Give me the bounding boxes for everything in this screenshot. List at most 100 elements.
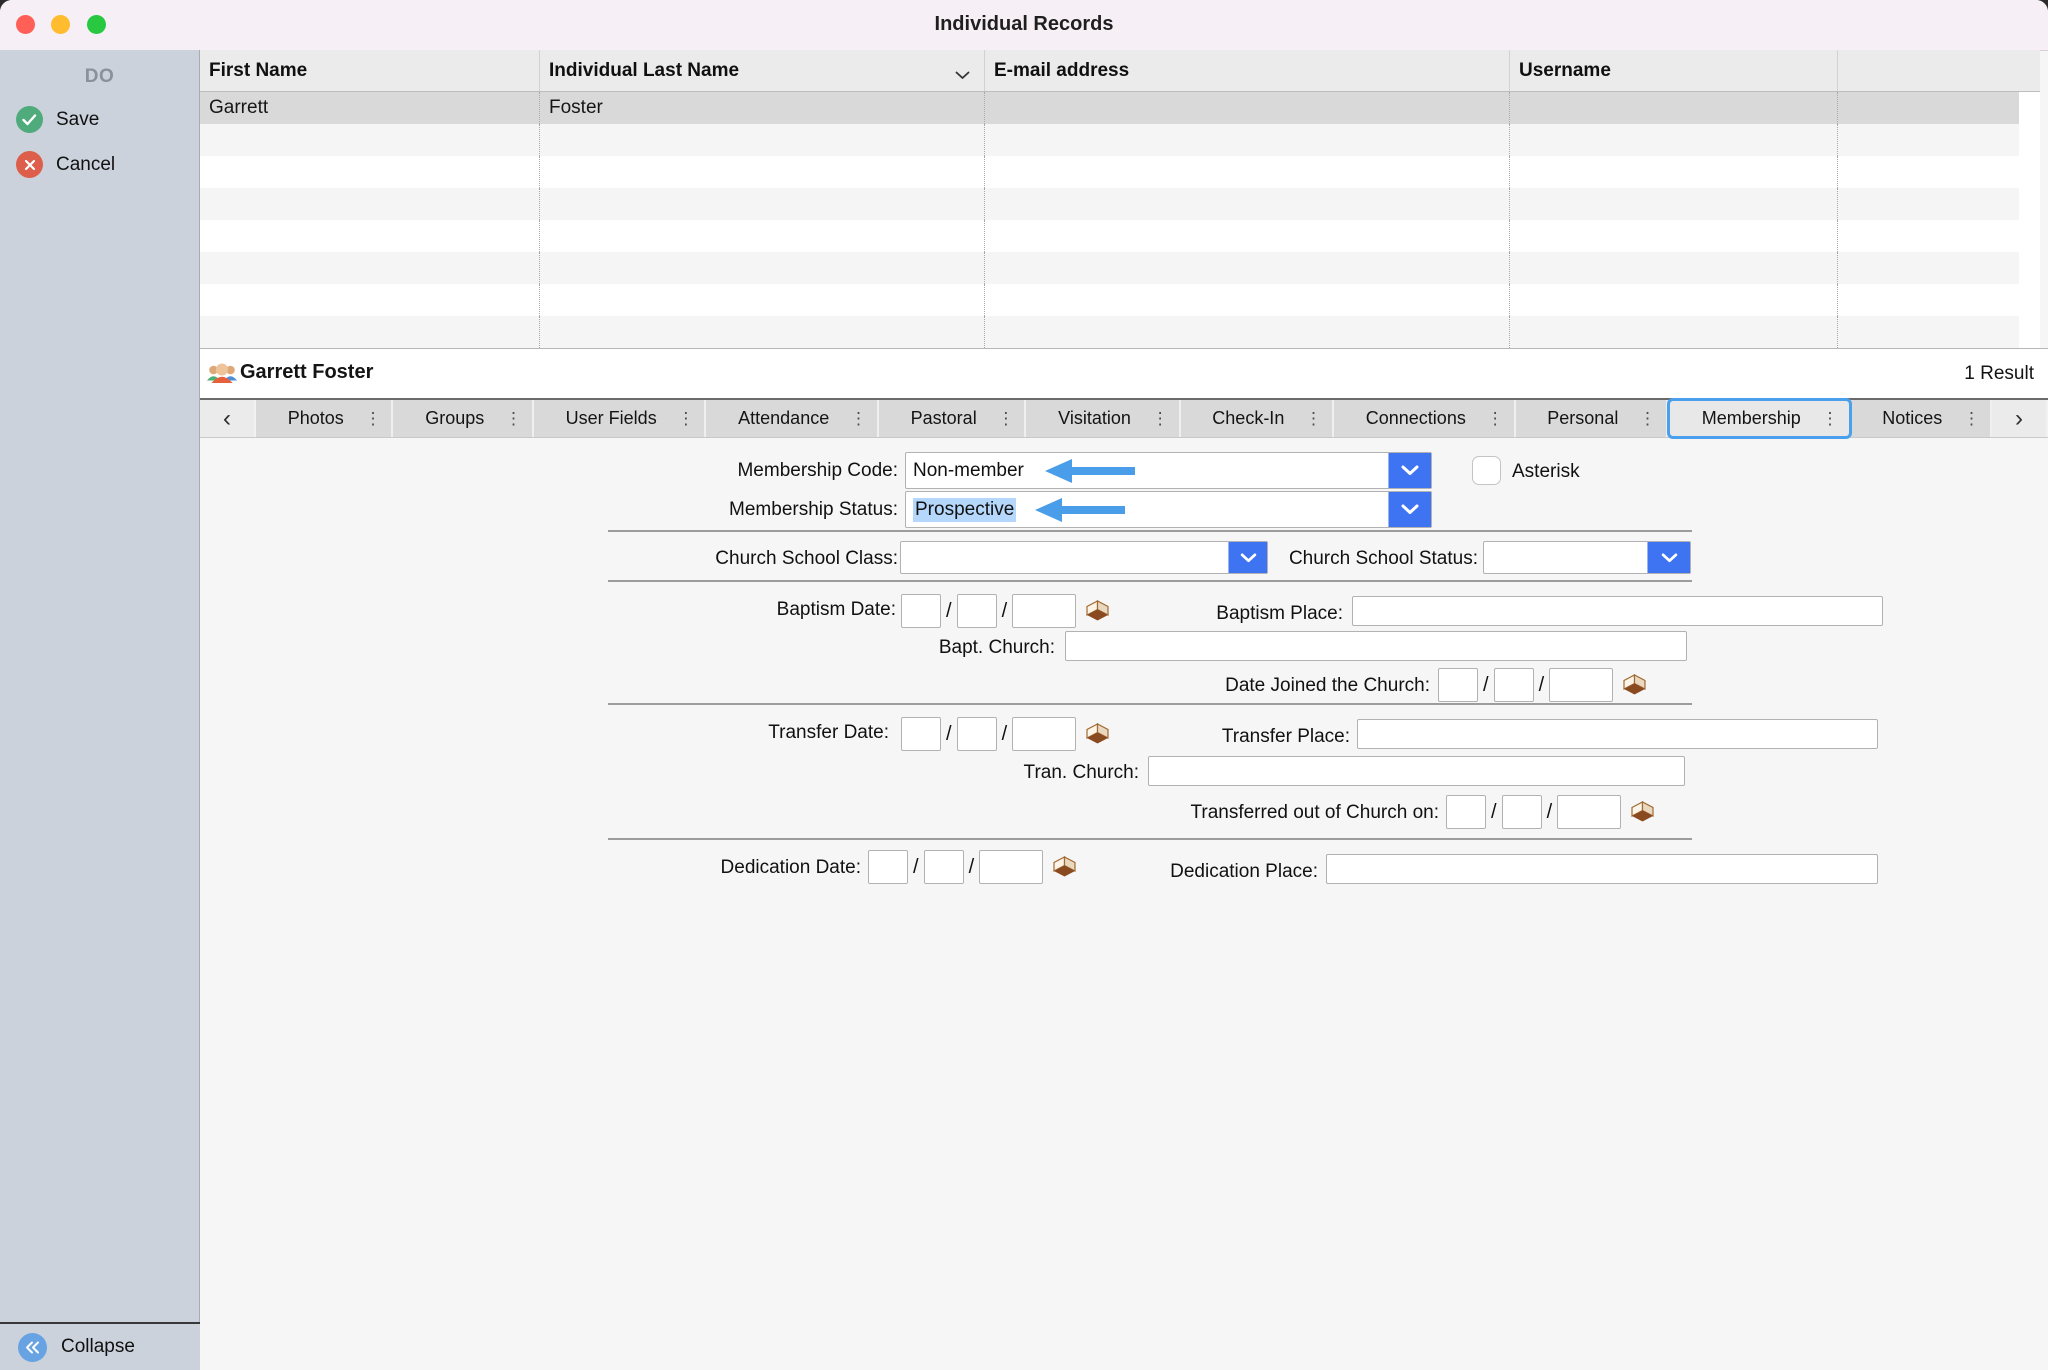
- date-lookup-book-icon[interactable]: [1084, 599, 1112, 623]
- bapt-church-input[interactable]: [1065, 631, 1687, 661]
- table-cell: [1510, 284, 1838, 316]
- table-row[interactable]: [200, 220, 2019, 252]
- tab-personal[interactable]: Personal⋮: [1516, 400, 1668, 437]
- tab-menu-icon[interactable]: ⋮: [1487, 409, 1504, 429]
- transferred-out-date-day-input[interactable]: [1502, 795, 1542, 829]
- date-lookup-book-icon[interactable]: [1051, 855, 1079, 879]
- tab-attendance[interactable]: Attendance⋮: [706, 400, 879, 437]
- date-joined-year-input[interactable]: [1549, 668, 1613, 702]
- column-header-blank[interactable]: [1838, 50, 2040, 91]
- tab-check-in[interactable]: Check-In⋮: [1181, 400, 1334, 437]
- church-school-class-field[interactable]: [900, 541, 1268, 574]
- table-cell: [985, 124, 1510, 156]
- baptism-place-input[interactable]: [1352, 596, 1883, 626]
- date-joined-day-input[interactable]: [1494, 668, 1534, 702]
- tab-photos[interactable]: Photos⋮: [256, 400, 393, 437]
- cancel-button[interactable]: Cancel: [16, 151, 199, 178]
- table-cell: [1838, 316, 2019, 348]
- date-lookup-book-icon[interactable]: [1084, 722, 1112, 746]
- table-cell: [985, 156, 1510, 188]
- tab-menu-icon[interactable]: ⋮: [505, 409, 522, 429]
- dedication-date-month-input[interactable]: [868, 850, 908, 884]
- column-header-first-name[interactable]: First Name: [200, 50, 540, 91]
- membership-code-label: Membership Code:: [630, 460, 898, 482]
- tab-connections[interactable]: Connections⋮: [1334, 400, 1516, 437]
- transfer-place-input[interactable]: [1357, 719, 1878, 749]
- people-group-icon: [206, 359, 238, 394]
- transfer-date-group: //: [901, 717, 1112, 751]
- table-row-selected[interactable]: GarrettFoster: [200, 92, 2019, 124]
- table-cell: [540, 188, 985, 220]
- baptism-date-day-input[interactable]: [957, 594, 997, 628]
- table-cell: [540, 284, 985, 316]
- column-header-e-mail-address[interactable]: E-mail address: [985, 50, 1510, 91]
- asterisk-checkbox[interactable]: [1472, 456, 1501, 485]
- table-cell: [985, 188, 1510, 220]
- date-lookup-book-icon[interactable]: [1629, 800, 1657, 824]
- table-cell: [540, 252, 985, 284]
- dedication-date-year-input[interactable]: [979, 850, 1043, 884]
- transferred-out-label: Transferred out of Church on:: [1070, 802, 1439, 824]
- transferred-out-date-year-input[interactable]: [1557, 795, 1621, 829]
- tab-menu-icon[interactable]: ⋮: [1963, 409, 1980, 429]
- table-row[interactable]: [200, 124, 2019, 156]
- column-header-individual-last-name[interactable]: Individual Last Name: [540, 50, 985, 91]
- dedication-place-input[interactable]: [1326, 854, 1878, 884]
- tab-scroll-left-icon[interactable]: ‹: [200, 400, 256, 437]
- title-bar: Individual Records: [0, 0, 2048, 51]
- tab-groups[interactable]: Groups⋮: [393, 400, 533, 437]
- baptism-place-label: Baptism Place:: [1150, 603, 1343, 625]
- save-button[interactable]: Save: [16, 106, 199, 133]
- table-row[interactable]: [200, 156, 2019, 188]
- table-cell: [540, 316, 985, 348]
- membership-status-dropdown-button[interactable]: [1388, 492, 1431, 527]
- table-cell: [200, 124, 540, 156]
- church-school-class-label: Church School Class:: [640, 548, 898, 570]
- table-cell: [1510, 92, 1838, 124]
- tab-user-fields[interactable]: User Fields⋮: [534, 400, 706, 437]
- membership-status-field[interactable]: Prospective: [905, 491, 1432, 528]
- table-cell: [1510, 252, 1838, 284]
- window-title: Individual Records: [0, 13, 2048, 36]
- membership-code-field[interactable]: Non-member: [905, 452, 1432, 489]
- tab-menu-icon[interactable]: ⋮: [1152, 409, 1169, 429]
- transfer-date-year-input[interactable]: [1012, 717, 1076, 751]
- table-row[interactable]: [200, 188, 2019, 220]
- bapt-church-label: Bapt. Church:: [855, 637, 1055, 659]
- date-joined-month-input[interactable]: [1438, 668, 1478, 702]
- transfer-date-month-input[interactable]: [901, 717, 941, 751]
- transfer-date-day-input[interactable]: [957, 717, 997, 751]
- tab-notices[interactable]: Notices⋮: [1851, 400, 1992, 437]
- baptism-date-group: //: [901, 594, 1112, 628]
- column-header-username[interactable]: Username: [1510, 50, 1838, 91]
- baptism-date-month-input[interactable]: [901, 594, 941, 628]
- date-lookup-book-icon[interactable]: [1621, 673, 1649, 697]
- tab-visitation[interactable]: Visitation⋮: [1026, 400, 1180, 437]
- table-cell: [200, 220, 540, 252]
- tab-menu-icon[interactable]: ⋮: [1822, 409, 1839, 429]
- result-count: 1 Result: [1964, 363, 2034, 385]
- baptism-date-year-input[interactable]: [1012, 594, 1076, 628]
- table-row[interactable]: [200, 284, 2019, 316]
- collapse-button[interactable]: Collapse: [0, 1322, 200, 1370]
- save-label: Save: [56, 109, 99, 131]
- tab-menu-icon[interactable]: ⋮: [1639, 409, 1656, 429]
- table-row[interactable]: [200, 316, 2019, 348]
- tab-membership[interactable]: Membership⋮: [1667, 398, 1851, 439]
- tab-menu-icon[interactable]: ⋮: [1305, 409, 1322, 429]
- dedication-place-label: Dedication Place:: [1118, 861, 1318, 883]
- tab-menu-icon[interactable]: ⋮: [677, 409, 694, 429]
- church-school-status-dropdown-button[interactable]: [1647, 542, 1690, 573]
- transferred-out-date-month-input[interactable]: [1446, 795, 1486, 829]
- tab-menu-icon[interactable]: ⋮: [850, 409, 867, 429]
- tab-pastoral[interactable]: Pastoral⋮: [879, 400, 1026, 437]
- tab-menu-icon[interactable]: ⋮: [364, 409, 381, 429]
- table-scrollbar-track[interactable]: [2019, 92, 2040, 348]
- tab-menu-icon[interactable]: ⋮: [997, 409, 1014, 429]
- tab-scroll-right-icon[interactable]: ›: [1992, 400, 2048, 437]
- membership-code-dropdown-button[interactable]: [1388, 453, 1431, 488]
- table-row[interactable]: [200, 252, 2019, 284]
- dedication-date-day-input[interactable]: [924, 850, 964, 884]
- church-school-status-field[interactable]: [1483, 541, 1691, 574]
- tran-church-input[interactable]: [1148, 756, 1685, 786]
